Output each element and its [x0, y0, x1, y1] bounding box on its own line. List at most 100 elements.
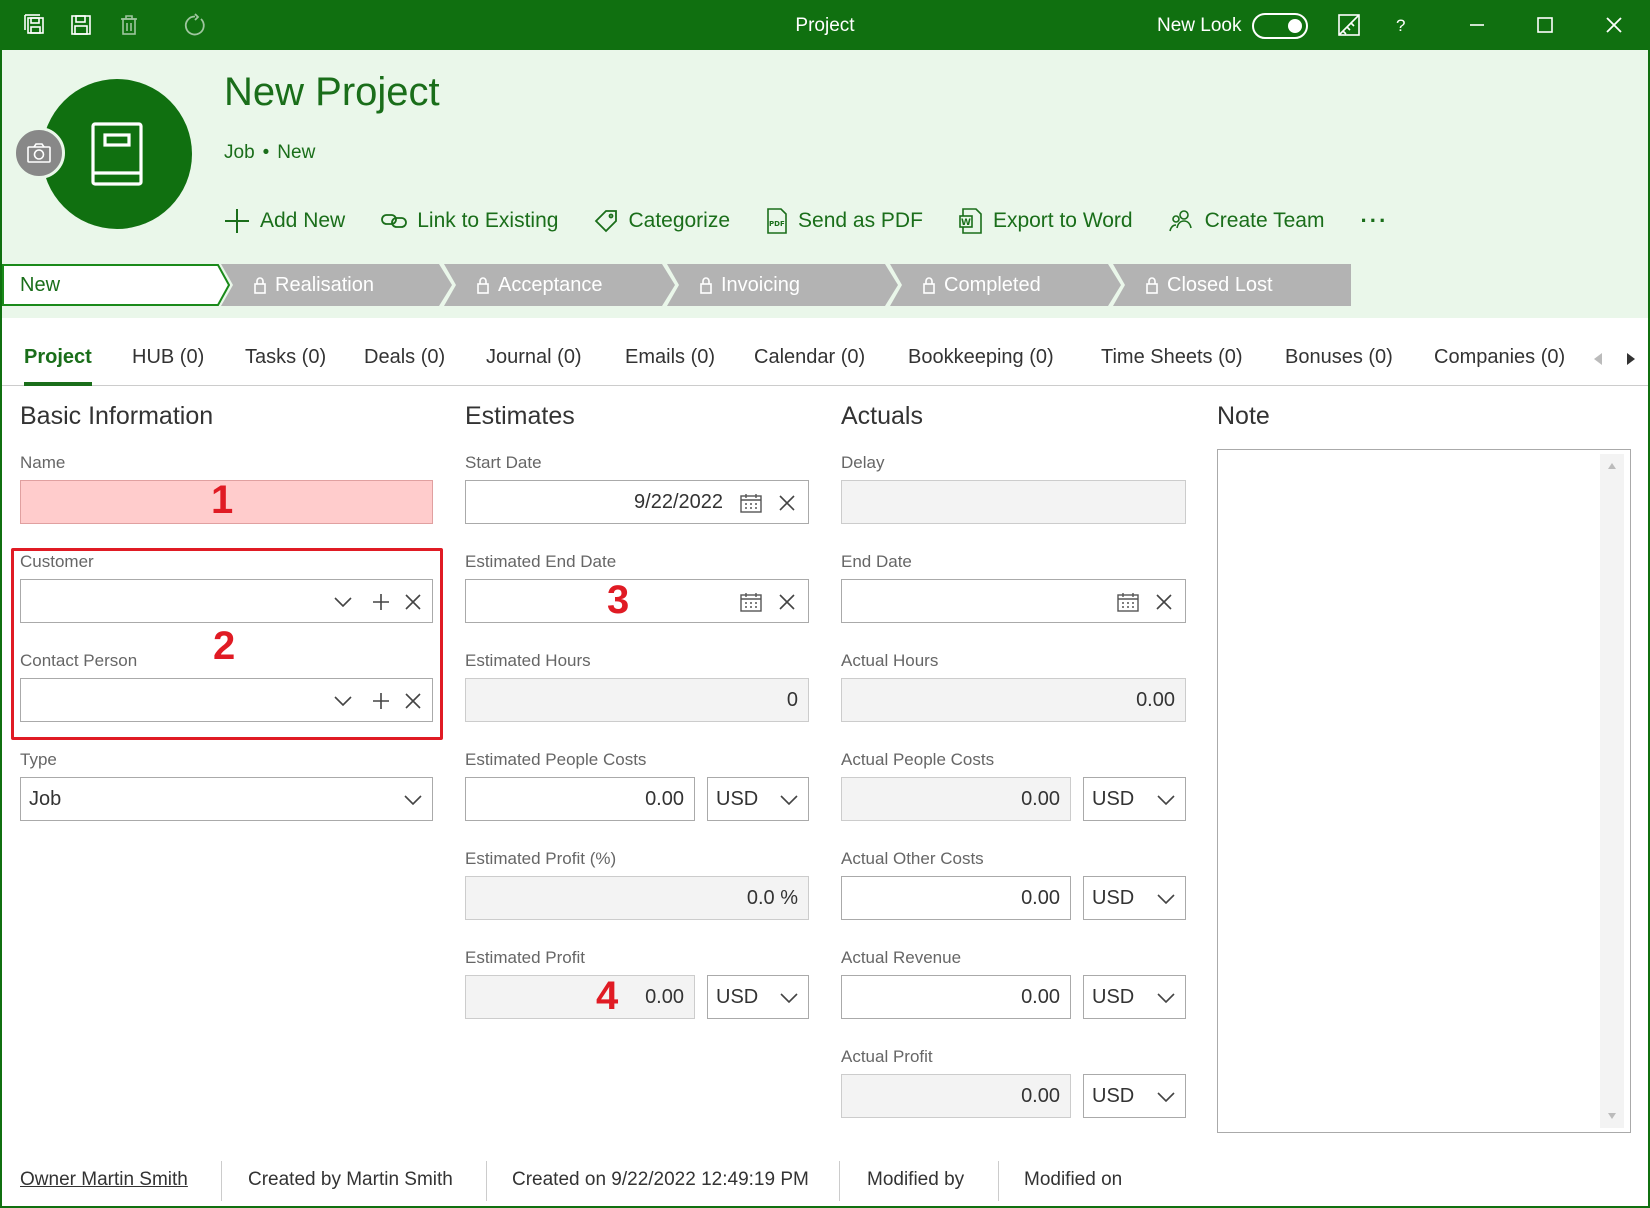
calendar-icon[interactable]	[740, 492, 762, 514]
chevron-down-icon[interactable]	[778, 789, 800, 811]
add-new-button[interactable]: Add New	[224, 208, 345, 234]
refresh-icon[interactable]	[182, 12, 208, 38]
tab-time-sheets[interactable]: Time Sheets (0)	[1101, 346, 1243, 369]
maximize-icon[interactable]	[1530, 12, 1560, 38]
note-textarea[interactable]	[1217, 449, 1631, 1133]
save-close-icon[interactable]	[22, 12, 48, 38]
tab-companies[interactable]: Companies (0)	[1434, 346, 1565, 369]
team-icon	[1168, 210, 1192, 232]
camera-icon[interactable]	[13, 127, 65, 179]
save-icon[interactable]	[68, 12, 94, 38]
annotation-1: 1	[211, 478, 234, 522]
record-footer: Owner Martin Smith Created by Martin Smi…	[2, 1160, 1648, 1202]
action-bar: Add New Link to Existing Categorize PDF …	[224, 208, 1388, 234]
title-bar: Project New Look ?	[0, 0, 1650, 50]
estimated-profit-field: 0.00	[465, 975, 695, 1019]
tab-calendar[interactable]: Calendar (0)	[754, 346, 865, 369]
actual-profit-currency[interactable]: USD	[1083, 1074, 1186, 1118]
basic-info-title: Basic Information	[20, 402, 214, 430]
type-select[interactable]: Job	[20, 777, 433, 821]
owner-link[interactable]: Owner Martin Smith	[20, 1169, 188, 1191]
estimated-people-costs-input[interactable]: 0.00	[465, 777, 695, 821]
categorize-button[interactable]: Categorize	[594, 209, 730, 233]
end-date-input[interactable]	[841, 579, 1186, 623]
tab-scroll-left-icon[interactable]	[1589, 348, 1607, 370]
footer-divider	[839, 1161, 840, 1201]
start-date-input[interactable]: 9/22/2022	[465, 480, 809, 524]
delay-label: Delay	[841, 453, 885, 472]
record-type: Job	[224, 142, 255, 163]
tab-project[interactable]: Project	[24, 346, 92, 369]
estimated-end-date-input[interactable]	[465, 579, 809, 623]
tab-deals[interactable]: Deals (0)	[364, 346, 445, 369]
calendar-icon[interactable]	[740, 591, 762, 613]
chevron-down-icon[interactable]	[1155, 888, 1177, 910]
active-tab-indicator	[24, 382, 92, 386]
name-label: Name	[20, 453, 66, 472]
actual-other-costs-input[interactable]: 0.00	[841, 876, 1071, 920]
more-actions-button[interactable]: ···	[1360, 208, 1388, 234]
close-icon[interactable]	[1599, 12, 1629, 38]
stage-realisation[interactable]: Realisation	[221, 264, 453, 306]
actual-people-costs-label: Actual People Costs	[841, 750, 995, 769]
delete-icon[interactable]	[116, 12, 142, 38]
chevron-down-icon[interactable]	[402, 789, 424, 811]
tab-hub[interactable]: HUB (0)	[132, 346, 204, 369]
help-button[interactable]: ?	[1396, 16, 1405, 36]
send-pdf-button[interactable]: PDF Send as PDF	[766, 208, 923, 234]
chevron-down-icon[interactable]	[1155, 987, 1177, 1009]
create-team-button[interactable]: Create Team	[1168, 208, 1324, 234]
scroll-up-icon[interactable]	[1606, 460, 1618, 472]
tab-tasks[interactable]: Tasks (0)	[245, 346, 326, 369]
estimated-hours-label: Estimated Hours	[465, 651, 591, 670]
chevron-down-icon[interactable]	[1155, 789, 1177, 811]
minimize-icon[interactable]	[1462, 12, 1492, 38]
clear-start-date-icon[interactable]	[776, 492, 798, 514]
chevron-down-icon[interactable]	[1155, 1086, 1177, 1108]
estimated-profit-currency[interactable]: USD	[707, 975, 809, 1019]
record-subtitle: Job • New	[224, 142, 316, 163]
stage-new[interactable]: New	[2, 264, 230, 306]
chevron-down-icon[interactable]	[778, 987, 800, 1009]
ruler-icon[interactable]	[1336, 12, 1362, 38]
book-icon	[91, 122, 143, 186]
estimated-profit-pct-label: Estimated Profit (%)	[465, 849, 617, 868]
stage-invoicing[interactable]: Invoicing	[667, 264, 899, 306]
stage-closed-lost[interactable]: Closed Lost	[1113, 264, 1351, 306]
pdf-icon: PDF	[767, 208, 787, 234]
estimated-people-costs-currency[interactable]: USD	[707, 777, 809, 821]
estimates-title: Estimates	[465, 402, 575, 430]
modified-on: Modified on	[1024, 1169, 1123, 1190]
tab-bonuses[interactable]: Bonuses (0)	[1285, 346, 1393, 369]
export-word-button[interactable]: W Export to Word	[959, 208, 1133, 234]
tab-bar: Project HUB (0) Tasks (0) Deals (0) Jour…	[2, 336, 1648, 386]
calendar-icon[interactable]	[1117, 591, 1139, 613]
tab-bookkeeping[interactable]: Bookkeeping (0)	[908, 346, 1054, 369]
actuals-title: Actuals	[841, 402, 923, 430]
actual-people-costs-currency[interactable]: USD	[1083, 777, 1186, 821]
tab-scroll-right-icon[interactable]	[1622, 348, 1640, 370]
start-date-label: Start Date	[465, 453, 542, 472]
new-look-toggle[interactable]	[1252, 13, 1308, 39]
clear-actual-end-date-icon[interactable]	[1153, 591, 1175, 613]
tab-journal[interactable]: Journal (0)	[486, 346, 582, 369]
svg-text:PDF: PDF	[769, 220, 785, 228]
annotation-2: 2	[213, 624, 236, 668]
note-scrollbar[interactable]	[1600, 454, 1624, 1128]
delay-field	[841, 480, 1186, 524]
link-existing-button[interactable]: Link to Existing	[381, 209, 558, 233]
footer-divider	[221, 1161, 222, 1201]
tab-emails[interactable]: Emails (0)	[625, 346, 715, 369]
scroll-down-icon[interactable]	[1606, 1110, 1618, 1122]
estimated-people-costs-label: Estimated People Costs	[465, 750, 647, 769]
lock-icon	[923, 277, 935, 294]
clear-end-date-icon[interactable]	[776, 591, 798, 613]
footer-divider	[998, 1161, 999, 1201]
estimated-profit-pct-field: 0.0 %	[465, 876, 809, 920]
stage-acceptance[interactable]: Acceptance	[444, 264, 676, 306]
actual-revenue-input[interactable]: 0.00	[841, 975, 1071, 1019]
actual-other-costs-currency[interactable]: USD	[1083, 876, 1186, 920]
actual-revenue-currency[interactable]: USD	[1083, 975, 1186, 1019]
actual-people-costs-field: 0.00	[841, 777, 1071, 821]
stage-completed[interactable]: Completed	[890, 264, 1122, 306]
